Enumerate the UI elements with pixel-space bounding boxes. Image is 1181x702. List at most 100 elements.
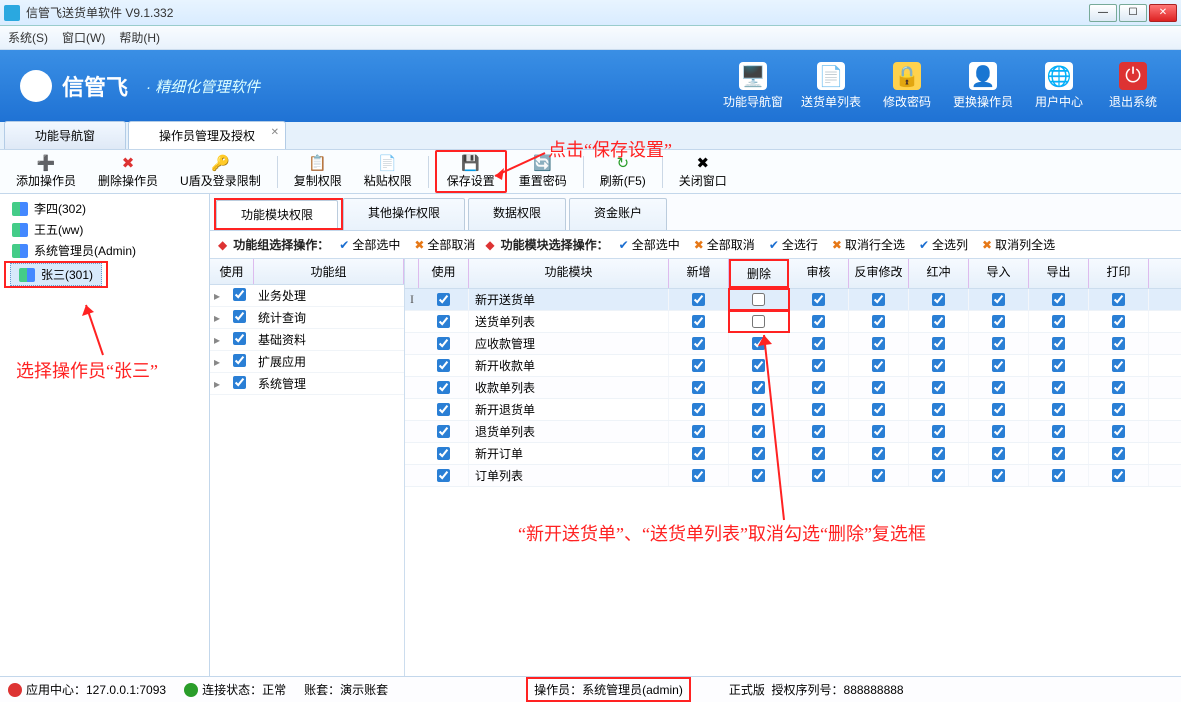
audit-checkbox[interactable] [812,469,825,482]
print-checkbox[interactable] [1112,447,1125,460]
add-checkbox[interactable] [692,403,705,416]
add-checkbox[interactable] [692,381,705,394]
row-select-all[interactable]: ✔全选行 [765,235,822,254]
import-checkbox[interactable] [992,447,1005,460]
minimize-button[interactable]: — [1089,4,1117,22]
operator-item[interactable]: 王五(ww) [4,219,205,240]
delete-checkbox[interactable] [752,315,765,328]
import-checkbox[interactable] [992,359,1005,372]
group-row[interactable]: ▸业务处理 [210,285,404,307]
use-checkbox[interactable] [437,403,450,416]
add-operator-button[interactable]: ➕添加操作员 [6,152,86,191]
group-row[interactable]: ▸基础资料 [210,329,404,351]
import-checkbox[interactable] [992,403,1005,416]
close-button[interactable]: ✕ [1149,4,1177,22]
export-checkbox[interactable] [1052,469,1065,482]
unaudit-checkbox[interactable] [872,469,885,482]
add-checkbox[interactable] [692,469,705,482]
delete-checkbox[interactable] [752,403,765,416]
use-checkbox[interactable] [437,425,450,438]
export-checkbox[interactable] [1052,359,1065,372]
import-checkbox[interactable] [992,425,1005,438]
print-checkbox[interactable] [1112,359,1125,372]
delivery-list-button[interactable]: 📄送货单列表 [801,62,861,110]
audit-checkbox[interactable] [812,403,825,416]
add-checkbox[interactable] [692,293,705,306]
unaudit-checkbox[interactable] [872,381,885,394]
switch-operator-button[interactable]: 👤更换操作员 [953,62,1013,110]
operator-item[interactable]: 李四(302) [4,198,205,219]
audit-checkbox[interactable] [812,293,825,306]
change-password-button[interactable]: 🔒修改密码 [879,62,935,110]
export-checkbox[interactable] [1052,425,1065,438]
print-checkbox[interactable] [1112,403,1125,416]
audit-checkbox[interactable] [812,359,825,372]
print-checkbox[interactable] [1112,425,1125,438]
use-checkbox[interactable] [437,337,450,350]
import-checkbox[interactable] [992,293,1005,306]
delete-checkbox[interactable] [752,293,765,306]
col-select-all[interactable]: ✔全选列 [915,235,972,254]
import-checkbox[interactable] [992,315,1005,328]
group-use-checkbox[interactable] [233,376,246,389]
user-center-button[interactable]: 🌐用户中心 [1031,62,1087,110]
delete-checkbox[interactable] [752,359,765,372]
group-row[interactable]: ▸扩展应用 [210,351,404,373]
red-checkbox[interactable] [932,315,945,328]
delete-checkbox[interactable] [752,447,765,460]
group-row[interactable]: ▸系统管理 [210,373,404,395]
row-select-none[interactable]: ✖取消行全选 [828,235,909,254]
nav-window-button[interactable]: 🖥️功能导航窗 [723,62,783,110]
audit-checkbox[interactable] [812,447,825,460]
delete-checkbox[interactable] [752,381,765,394]
tab-operator-auth[interactable]: 操作员管理及授权✕ [128,121,286,149]
red-checkbox[interactable] [932,447,945,460]
add-checkbox[interactable] [692,315,705,328]
expand-icon[interactable]: ▸ [210,289,224,303]
group-select-all[interactable]: ✔全部选中 [335,235,404,254]
red-checkbox[interactable] [932,359,945,372]
delete-checkbox[interactable] [752,337,765,350]
module-select-none[interactable]: ✖全部取消 [690,235,759,254]
red-checkbox[interactable] [932,469,945,482]
use-checkbox[interactable] [437,447,450,460]
use-checkbox[interactable] [437,359,450,372]
import-checkbox[interactable] [992,381,1005,394]
audit-checkbox[interactable] [812,337,825,350]
print-checkbox[interactable] [1112,315,1125,328]
red-checkbox[interactable] [932,293,945,306]
menu-window[interactable]: 窗口(W) [62,29,105,46]
expand-icon[interactable]: ▸ [210,377,224,391]
unaudit-checkbox[interactable] [872,315,885,328]
red-checkbox[interactable] [932,337,945,350]
red-checkbox[interactable] [932,403,945,416]
audit-checkbox[interactable] [812,315,825,328]
tab-data-perm[interactable]: 数据权限 [468,198,566,230]
export-checkbox[interactable] [1052,381,1065,394]
use-checkbox[interactable] [437,315,450,328]
import-checkbox[interactable] [992,337,1005,350]
group-row[interactable]: ▸统计查询 [210,307,404,329]
group-select-none[interactable]: ✖全部取消 [410,235,479,254]
unaudit-checkbox[interactable] [872,447,885,460]
use-checkbox[interactable] [437,469,450,482]
expand-icon[interactable]: ▸ [210,355,224,369]
tab-close-icon[interactable]: ✕ [271,127,279,138]
print-checkbox[interactable] [1112,293,1125,306]
delete-operator-button[interactable]: ✖删除操作员 [88,152,168,191]
use-checkbox[interactable] [437,381,450,394]
module-select-all[interactable]: ✔全部选中 [615,235,684,254]
refresh-button[interactable]: ↻刷新(F5) [590,152,656,191]
group-use-checkbox[interactable] [233,354,246,367]
operator-item[interactable]: 张三(301) [10,263,102,286]
add-checkbox[interactable] [692,447,705,460]
menu-system[interactable]: 系统(S) [8,29,48,46]
use-checkbox[interactable] [437,293,450,306]
group-use-checkbox[interactable] [233,332,246,345]
red-checkbox[interactable] [932,425,945,438]
export-checkbox[interactable] [1052,447,1065,460]
unaudit-checkbox[interactable] [872,359,885,372]
unaudit-checkbox[interactable] [872,425,885,438]
unaudit-checkbox[interactable] [872,403,885,416]
col-select-none[interactable]: ✖取消列全选 [978,235,1059,254]
